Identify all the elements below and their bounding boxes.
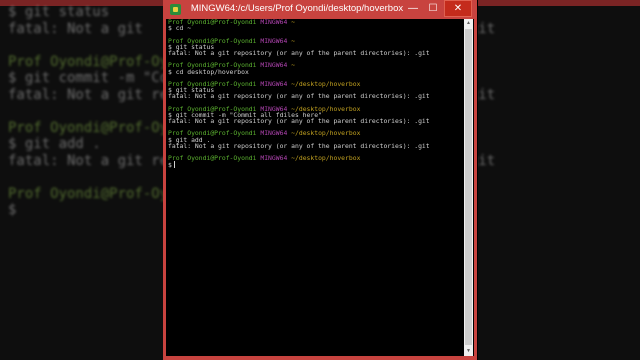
- prompt-system: MINGW64: [260, 154, 288, 163]
- background-echo-text: $ git status fatal: Not a git Prof Oyondi…: [8, 4, 163, 219]
- background-border: [478, 0, 640, 6]
- echo-line: Prof Oyondi@Prof-Oyo: [8, 53, 163, 70]
- prompt-path: ~/desktop/hoverbox: [291, 79, 361, 88]
- terminal-window: MINGW64:/c/Users/Prof Oyondi/desktop/hov…: [163, 0, 477, 360]
- echo-line: [478, 136, 495, 153]
- echo-line: MINGW64 ~/desktop/hoverbox: [478, 54, 495, 71]
- terminal-output[interactable]: Prof Oyondi@Prof-Oyondi MINGW64 ~ $ cd ~ P…: [168, 19, 463, 356]
- echo-line: [478, 4, 495, 21]
- echo-line: MINGW64 ~/desktop/hoverbox: [478, 120, 495, 137]
- prompt-path: ~: [291, 19, 296, 26]
- prompt-system: MINGW64: [260, 129, 288, 138]
- echo-line: fatal: Not a git: [8, 20, 143, 37]
- vertical-scrollbar[interactable]: ▲ ▼: [464, 19, 473, 356]
- echo-line: (or any of the parent directories): .git: [478, 20, 496, 37]
- window-title: MINGW64:/c/Users/Prof Oyondi/desktop/hov…: [190, 3, 404, 14]
- prompt-path: ~: [291, 36, 296, 45]
- background-blur-right: (or any of the parent directories): .git…: [478, 0, 640, 360]
- echo-line: fatal: Not a git rep: [8, 86, 163, 103]
- background-blur-left: $ git status fatal: Not a git Prof Oyondi…: [0, 0, 163, 360]
- output-line: fatal: Not a git repository (or any of t…: [168, 92, 430, 101]
- maximize-button[interactable]: ☐: [424, 0, 442, 17]
- echo-line: fatal: Not a git rep: [8, 152, 163, 169]
- echo-line: [478, 103, 495, 120]
- output-line: fatal: Not a git repository (or any of t…: [168, 117, 430, 125]
- prompt-path: ~/desktop/hoverbox: [291, 129, 361, 138]
- echo-line: (or any of the parent directories): .git: [478, 152, 496, 169]
- echo-line: ll fdiles here": [478, 70, 495, 87]
- echo-line: $: [8, 202, 17, 218]
- prompt-path: ~: [291, 61, 296, 70]
- echo-line: [478, 37, 495, 54]
- command-line: $: [168, 161, 463, 170]
- minimize-button[interactable]: —: [404, 0, 422, 17]
- prompt-user: Prof Oyondi@Prof-Oyondi: [168, 154, 257, 163]
- echo-line: MINGW64 ~/desktop/hoverbox: [478, 186, 495, 203]
- prompt-system: MINGW64: [260, 19, 288, 26]
- prompt-system: MINGW64: [260, 79, 288, 88]
- close-button[interactable]: ✕: [444, 0, 472, 17]
- scroll-down-arrow-icon[interactable]: ▼: [464, 347, 473, 356]
- prompt-path: ~/desktop/hoverbox: [291, 154, 361, 163]
- echo-line: $ git add .: [8, 136, 101, 152]
- echo-line: [8, 37, 163, 54]
- prompt-symbol: $: [168, 161, 172, 170]
- scroll-thumb[interactable]: [465, 29, 472, 345]
- background-echo-text: (or any of the parent directories): .git…: [478, 4, 495, 219]
- prompt-system: MINGW64: [260, 61, 288, 70]
- prompt-system: MINGW64: [260, 36, 288, 45]
- output-line: fatal: Not a git repository (or any of t…: [168, 141, 430, 150]
- echo-line: Prof Oyondi@Prof-Oyo: [8, 119, 163, 136]
- echo-line: $ git commit -m "Comm: [8, 70, 163, 86]
- echo-line: [8, 103, 163, 120]
- title-bar[interactable]: MINGW64:/c/Users/Prof Oyondi/desktop/hov…: [166, 0, 474, 19]
- echo-line: (or any of the parent directories): .git: [478, 86, 496, 103]
- echo-line: [8, 169, 163, 186]
- scroll-up-arrow-icon[interactable]: ▲: [464, 19, 473, 28]
- echo-line: Prof Oyondi@Prof-Oyo: [8, 185, 163, 202]
- echo-line: [478, 202, 495, 219]
- echo-line: [478, 169, 495, 186]
- window-bottom-border: [166, 356, 474, 360]
- video-frame: $ git status fatal: Not a git Prof Oyondi…: [0, 0, 640, 360]
- echo-line: $ git status: [8, 4, 110, 20]
- text-cursor: [173, 161, 175, 169]
- output-line: fatal: Not a git repository (or any of t…: [168, 48, 430, 57]
